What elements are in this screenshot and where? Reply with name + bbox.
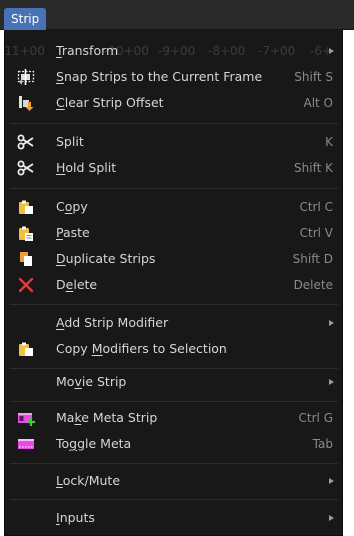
menu-item-copy[interactable]: Copy Ctrl C bbox=[4, 194, 343, 220]
menu-separator bbox=[10, 499, 338, 500]
menu-item-shortcut: Tab bbox=[312, 437, 333, 451]
clear-offset-icon bbox=[17, 94, 35, 112]
duplicate-icon bbox=[17, 250, 35, 268]
menu-item-paste[interactable]: Paste Ctrl V bbox=[4, 220, 343, 246]
menu-item-shortcut: Ctrl V bbox=[299, 226, 333, 240]
submenu-arrow-icon bbox=[329, 379, 334, 385]
menu-item-label: Delete bbox=[56, 277, 98, 292]
menu-item-label: Add Strip Modifier bbox=[56, 315, 169, 330]
menu-item-toggle-meta[interactable]: Toggle Meta Tab bbox=[4, 431, 343, 457]
menu-item-label: Copy bbox=[56, 199, 88, 214]
menu-item-label: Toggle Meta bbox=[56, 436, 132, 451]
meta-toggle-icon bbox=[17, 435, 35, 453]
scissors-icon bbox=[17, 159, 35, 177]
menu-item-label: Copy Modifiers to Selection bbox=[56, 341, 227, 356]
submenu-arrow-icon bbox=[329, 320, 334, 326]
snap-icon bbox=[17, 68, 35, 86]
copy-icon bbox=[17, 198, 35, 216]
submenu-arrow-icon bbox=[329, 48, 334, 54]
menu-item-shortcut: Alt O bbox=[303, 96, 333, 110]
submenu-arrow-icon bbox=[329, 478, 334, 484]
menu-item-lock-mute[interactable]: Lock/Mute bbox=[4, 468, 343, 494]
menu-item-shortcut: Shift D bbox=[292, 252, 333, 266]
menu-item-label: Transform bbox=[56, 43, 119, 58]
menu-item-shortcut: Ctrl C bbox=[299, 200, 333, 214]
menu-item-shortcut: K bbox=[325, 135, 333, 149]
submenu-arrow-icon bbox=[329, 515, 334, 521]
menu-item-label: Split bbox=[56, 134, 84, 149]
copy-icon bbox=[17, 340, 35, 358]
menu-item-label: Lock/Mute bbox=[56, 473, 121, 488]
menu-item-shortcut: Ctrl G bbox=[298, 411, 333, 425]
meta-add-icon bbox=[17, 409, 35, 427]
menu-item-make-meta-strip[interactable]: Make Meta Strip Ctrl G bbox=[4, 405, 343, 431]
delete-icon bbox=[17, 276, 35, 294]
menu-item-split[interactable]: Split K bbox=[4, 129, 343, 155]
menu-item-label: Make Meta Strip bbox=[56, 410, 158, 425]
menu-item-label: Inputs bbox=[56, 510, 95, 525]
menu-separator bbox=[10, 304, 338, 305]
menu-separator bbox=[10, 123, 338, 124]
menu-item-copy-modifiers[interactable]: Copy Modifiers to Selection bbox=[4, 336, 343, 362]
menu-item-snap-strips[interactable]: Snap Strips to the Current Frame Shift S bbox=[4, 64, 343, 90]
menu-item-label: Duplicate Strips bbox=[56, 251, 156, 266]
scissors-icon bbox=[17, 133, 35, 151]
menu-item-label: Clear Strip Offset bbox=[56, 95, 164, 110]
menu-item-label: Paste bbox=[56, 225, 90, 240]
editor-header: Strip bbox=[0, 0, 354, 30]
menu-item-clear-strip-offset[interactable]: Clear Strip Offset Alt O bbox=[4, 90, 343, 116]
menu-item-duplicate-strips[interactable]: Duplicate Strips Shift D bbox=[4, 246, 343, 272]
menu-separator bbox=[10, 401, 338, 402]
menu-item-movie-strip[interactable]: Movie Strip bbox=[4, 369, 343, 395]
menu-item-shortcut: Delete bbox=[293, 278, 333, 292]
menu-item-label: Movie Strip bbox=[56, 374, 127, 389]
paste-icon bbox=[17, 224, 35, 242]
menu-separator bbox=[10, 463, 338, 464]
menu-item-add-strip-modifier[interactable]: Add Strip Modifier bbox=[4, 310, 343, 336]
menu-item-shortcut: Shift K bbox=[294, 161, 333, 175]
menu-item-transform[interactable]: Transform bbox=[4, 38, 343, 64]
menu-item-delete[interactable]: Delete Delete bbox=[4, 272, 343, 298]
menu-item-label: Hold Split bbox=[56, 160, 117, 175]
menu-separator bbox=[10, 188, 338, 189]
menu-item-shortcut: Shift S bbox=[294, 70, 333, 84]
strip-menu-title[interactable]: Strip bbox=[4, 8, 47, 30]
menu-item-label: Snap Strips to the Current Frame bbox=[56, 69, 263, 84]
menu-item-inputs[interactable]: Inputs bbox=[4, 505, 343, 531]
menu-item-hold-split[interactable]: Hold Split Shift K bbox=[4, 155, 343, 181]
